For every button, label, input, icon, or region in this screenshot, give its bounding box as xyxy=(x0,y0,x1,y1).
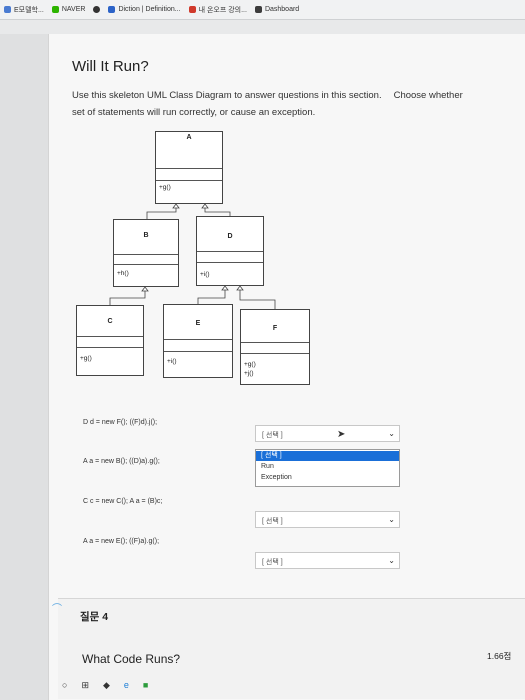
dashboard-icon xyxy=(254,6,262,13)
screen: E모델학... NAVER Diction | Definition... 내 … xyxy=(0,0,525,700)
bookmark-dictionary[interactable]: Diction | Definition... xyxy=(108,6,181,13)
class-method: +g() xyxy=(80,355,92,362)
bookmark-label: Dashboard xyxy=(264,6,300,13)
dictionary-icon xyxy=(108,6,116,13)
start-icon[interactable]: ○ xyxy=(62,680,67,690)
class-name: C xyxy=(107,318,113,325)
answer-select-4[interactable]: [ 선택 ] ⌄ xyxy=(255,552,400,569)
section-instructions: Use this skeleton UML Class Diagram to a… xyxy=(72,87,525,121)
answer-dropdown-menu: [ 선택 ] Run Exception xyxy=(255,449,400,487)
uml-class-e: E +i() xyxy=(163,304,233,378)
naver-icon xyxy=(51,6,59,13)
app-icon[interactable]: ◆ xyxy=(103,680,110,691)
bookmark-label: 내 온오프 강의... xyxy=(198,6,247,14)
bookmark-github[interactable] xyxy=(93,6,101,13)
store-icon[interactable]: ■ xyxy=(143,680,148,690)
uml-class-d: D +i() xyxy=(196,216,264,286)
chevron-down-icon: ⌄ xyxy=(388,515,395,524)
bookmark-label: NAVER xyxy=(61,6,86,13)
divider xyxy=(164,351,232,352)
answer-select-3[interactable]: [ 선택 ] ⌄ xyxy=(255,511,400,528)
github-icon xyxy=(93,6,101,13)
question-text: What Code Runs? xyxy=(82,652,181,666)
divider xyxy=(77,347,143,348)
statement-2: A a = new B(); ((D)a).g(); xyxy=(83,458,160,465)
bookmark-dashboard[interactable]: Dashboard xyxy=(254,6,300,13)
class-method: +h() xyxy=(117,270,129,277)
chevron-down-icon: ⌄ xyxy=(388,429,395,438)
class-name: D xyxy=(227,233,233,240)
divider xyxy=(164,339,232,340)
instructions-line1: Use this skeleton UML Class Diagram to a… xyxy=(72,90,382,101)
divider xyxy=(77,336,143,337)
bookmark-favicon-icon xyxy=(4,6,11,13)
page-header-strip xyxy=(0,20,525,34)
class-method: +g() xyxy=(244,361,256,368)
mouse-cursor-icon: ➤ xyxy=(337,429,346,440)
select-value: [ 선택 ] xyxy=(262,432,283,439)
divider xyxy=(197,251,263,252)
bookmark-naver[interactable]: NAVER xyxy=(51,6,86,13)
class-name: A xyxy=(186,134,192,141)
flag-icon[interactable]: ⌒ xyxy=(52,600,62,615)
browser-bookmark-bar: E모델학... NAVER Diction | Definition... 내 … xyxy=(0,0,525,20)
class-name: F xyxy=(272,325,278,332)
uml-class-c: C +g() xyxy=(76,305,144,376)
divider xyxy=(156,180,222,181)
class-method: +g() xyxy=(159,184,171,191)
class-method: +i() xyxy=(167,358,177,365)
question-number: 질문 4 xyxy=(80,611,109,623)
statement-4: A a = new E(); ((F)a).g(); xyxy=(83,538,160,545)
divider xyxy=(114,264,178,265)
taskbar: ○ ⊞ ◆ e ■ xyxy=(0,670,525,700)
divider xyxy=(114,254,178,255)
divider xyxy=(197,262,263,263)
uml-class-f: F +g() +j() xyxy=(240,309,310,385)
lecture-icon xyxy=(188,6,196,13)
bookmark-lecture[interactable]: 내 온오프 강의... xyxy=(188,5,247,15)
divider xyxy=(241,342,309,343)
dropdown-option-run[interactable]: Run xyxy=(256,462,399,472)
dropdown-option-exception[interactable]: Exception xyxy=(256,473,399,483)
uml-class-b: B +h() xyxy=(113,219,179,287)
question-points: 1.66점 xyxy=(487,651,512,661)
divider xyxy=(241,353,309,354)
section-title: Will It Run? xyxy=(72,58,149,75)
bookmark-label: Diction | Definition... xyxy=(118,6,181,13)
class-name: E xyxy=(195,320,201,327)
edge-icon[interactable]: e xyxy=(124,680,129,690)
answer-select-1[interactable]: [ 선택 ] ⌄ xyxy=(255,425,400,442)
bookmark-emodel[interactable]: E모델학... xyxy=(4,5,44,15)
class-name: B xyxy=(143,232,149,239)
select-value: [ 선택 ] xyxy=(262,518,283,525)
uml-class-a: A +g() xyxy=(155,131,223,204)
statement-3: C c = new C(); A a = (B)c; xyxy=(83,498,163,505)
dropdown-option-placeholder[interactable]: [ 선택 ] xyxy=(256,451,399,461)
instructions-line2: set of statements will run correctly, or… xyxy=(72,107,316,118)
bookmark-label: E모델학... xyxy=(14,6,44,14)
statement-1: D d = new F(); ((F)d).j(); xyxy=(83,419,158,426)
class-method: +j() xyxy=(244,370,254,377)
divider xyxy=(156,168,222,169)
chevron-down-icon: ⌄ xyxy=(388,556,395,565)
task-view-icon[interactable]: ⊞ xyxy=(81,680,89,691)
select-value: [ 선택 ] xyxy=(262,559,283,566)
instructions-continued: Choose whether xyxy=(393,90,463,101)
class-method: +i() xyxy=(200,271,210,278)
